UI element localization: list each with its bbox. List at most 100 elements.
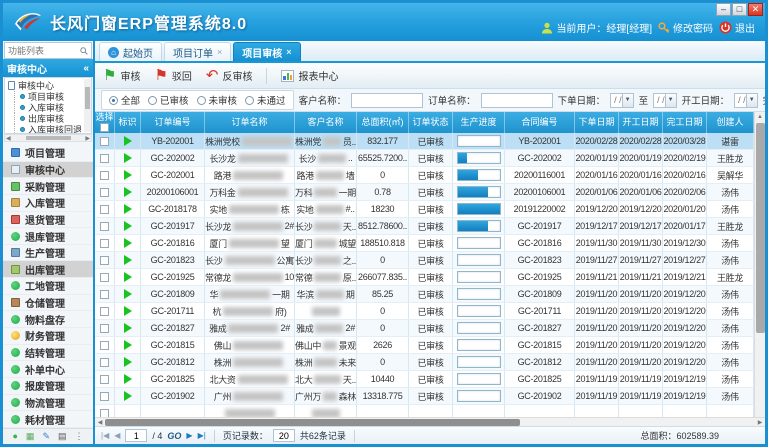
vscroll-thumb[interactable] bbox=[756, 123, 765, 333]
table-row[interactable]: GC-201816厦门望厦门城望188510.818已审核GC-20181620… bbox=[95, 235, 754, 252]
sidebar-item-出库管理[interactable]: 出库管理 bbox=[3, 261, 93, 278]
column-header-0[interactable]: 选择 bbox=[95, 112, 115, 133]
column-header-11[interactable]: 完工日期 bbox=[663, 112, 707, 133]
row-checkbox[interactable] bbox=[100, 256, 109, 265]
row-checkbox[interactable] bbox=[100, 341, 109, 350]
book-icon[interactable]: ▤ bbox=[58, 432, 67, 441]
table-row[interactable]: GC-202001路港路港墙0已审核202001160012020/01/162… bbox=[95, 167, 754, 184]
dropdown-icon[interactable]: ▼ bbox=[665, 94, 676, 107]
tab-project-review[interactable]: 项目审核 × bbox=[233, 42, 300, 61]
hscroll-thumb[interactable] bbox=[105, 419, 520, 426]
table-row[interactable]: GC-201812株洲株洲未来0已审核GC-2018122019/11/2020… bbox=[95, 354, 754, 371]
scroll-up-icon[interactable]: ▲ bbox=[757, 112, 763, 122]
collapse-icon[interactable]: « bbox=[83, 63, 89, 74]
status-radio-已审核[interactable]: 已审核 bbox=[148, 93, 189, 107]
row-checkbox[interactable] bbox=[100, 358, 109, 367]
table-row[interactable]: GC-201902广州广州万森林13318.775已审核GC-201902201… bbox=[95, 388, 754, 405]
sidebar-item-报废管理[interactable]: 报废管理 bbox=[3, 378, 93, 395]
go-button[interactable]: GO bbox=[167, 431, 181, 441]
sidebar-item-物料盘存[interactable]: 物料盘存 bbox=[3, 311, 93, 328]
tree-hscrollbar[interactable]: ◀ ▶ bbox=[4, 134, 92, 142]
审核-button[interactable]: ⚑审核 bbox=[103, 68, 140, 83]
close-button[interactable]: ✕ bbox=[748, 3, 763, 16]
order-date-from-input[interactable]: / /▼ bbox=[610, 93, 634, 108]
order-name-input[interactable] bbox=[481, 93, 553, 108]
row-checkbox[interactable] bbox=[100, 375, 109, 384]
table-row[interactable]: GC-201711杭府)0已审核GC-2017112019/11/202019/… bbox=[95, 303, 754, 320]
tree-node[interactable]: 入库审核回退 bbox=[8, 124, 91, 134]
table-row[interactable]: 20200106001万科金万科一期0.78已审核202001060012020… bbox=[95, 184, 754, 201]
row-checkbox[interactable] bbox=[100, 137, 109, 146]
table-row[interactable]: GC-201823长沙公寓长沙之..0已审核GC-2018232019/11/2… bbox=[95, 252, 754, 269]
反审核-button[interactable]: ↶反审核 bbox=[206, 68, 253, 83]
column-header-5[interactable]: 总面积(㎡) bbox=[357, 112, 409, 133]
sidebar-item-审核中心[interactable]: 审核中心 bbox=[3, 162, 93, 179]
row-checkbox[interactable] bbox=[100, 324, 109, 333]
sidebar-item-退货管理[interactable]: 退货管理 bbox=[3, 212, 93, 229]
column-header-9[interactable]: 下单日期 bbox=[575, 112, 619, 133]
sidebar-item-退库管理[interactable]: 退库管理 bbox=[3, 228, 93, 245]
page-number-input[interactable] bbox=[125, 429, 147, 442]
column-header-7[interactable]: 生产进度 bbox=[453, 112, 505, 133]
close-tab-icon[interactable]: × bbox=[217, 47, 222, 57]
sidebar-item-项目管理[interactable]: 项目管理 bbox=[3, 145, 93, 162]
驳回-button[interactable]: ⚑驳回 bbox=[154, 68, 191, 83]
row-checkbox[interactable] bbox=[100, 222, 109, 231]
table-row[interactable]: GC-201809华一期华滨期85.25已审核GC-2018092019/11/… bbox=[95, 286, 754, 303]
scroll-left-icon[interactable]: ◀ bbox=[6, 135, 11, 142]
scroll-right-icon[interactable]: ▶ bbox=[85, 135, 90, 142]
table-row[interactable]: GC-201917长沙龙2#长沙天..8512.78600..已审核GC-201… bbox=[95, 218, 754, 235]
报表中心-button[interactable]: 报表中心 bbox=[281, 68, 338, 83]
function-search-input[interactable] bbox=[8, 46, 68, 56]
row-checkbox[interactable] bbox=[100, 154, 109, 163]
tab-project-orders[interactable]: 项目订单 × bbox=[164, 42, 231, 61]
next-page-button[interactable]: ▶ bbox=[186, 431, 192, 440]
table-row[interactable]: GC-202002长沙龙长沙..65525.7200..已审核GC-202002… bbox=[95, 150, 754, 167]
first-page-button[interactable]: |◀ bbox=[101, 431, 109, 440]
prev-page-button[interactable]: ◀ bbox=[114, 431, 120, 440]
dropdown-icon[interactable]: ▼ bbox=[622, 94, 633, 107]
sidebar-item-入库管理[interactable]: 入库管理 bbox=[3, 195, 93, 212]
maximize-button[interactable]: □ bbox=[732, 3, 747, 16]
table-row[interactable]: GC-201827雅成2#雅成2#0已审核GC-2018272019/11/20… bbox=[95, 320, 754, 337]
status-dot-icon[interactable]: ● bbox=[12, 432, 17, 441]
table-row[interactable]: GC-2018178实地栋实地#..18230已审核20191220002201… bbox=[95, 201, 754, 218]
column-header-1[interactable]: 标识 bbox=[115, 112, 141, 133]
scroll-right-icon[interactable]: ▶ bbox=[755, 419, 765, 426]
column-header-12[interactable]: 创建人 bbox=[707, 112, 754, 133]
logout-button[interactable]: 退出 bbox=[719, 20, 755, 35]
table-row[interactable]: GC-201925常德龙10常德原..266077.835..已审核GC-201… bbox=[95, 269, 754, 286]
start-date-input[interactable]: / /▼ bbox=[734, 93, 758, 108]
change-password-button[interactable]: 修改密码 bbox=[658, 20, 713, 35]
row-checkbox[interactable] bbox=[100, 239, 109, 248]
table-row[interactable]: YB-202001株洲党校株洲党员..832.177已审核YB-20200120… bbox=[95, 133, 754, 150]
select-all-checkbox[interactable] bbox=[100, 123, 109, 132]
order-date-to-input[interactable]: / /▼ bbox=[653, 93, 677, 108]
sidebar-item-工地管理[interactable]: 工地管理 bbox=[3, 278, 93, 295]
row-checkbox[interactable] bbox=[100, 205, 109, 214]
last-page-button[interactable]: ▶| bbox=[198, 431, 206, 440]
status-radio-未通过[interactable]: 未通过 bbox=[245, 93, 286, 107]
sidebar-item-财务管理[interactable]: 财务管理 bbox=[3, 328, 93, 345]
edit-icon[interactable]: ✎ bbox=[42, 432, 50, 441]
dropdown-icon[interactable]: ▼ bbox=[746, 94, 757, 107]
tab-home[interactable]: ⌂ 起始页 bbox=[99, 42, 162, 61]
tree-scrollbar[interactable] bbox=[84, 79, 91, 132]
row-checkbox[interactable] bbox=[100, 290, 109, 299]
row-checkbox[interactable] bbox=[100, 307, 109, 316]
more-icon[interactable]: ⋮ bbox=[75, 432, 84, 441]
status-radio-全部[interactable]: 全部 bbox=[109, 93, 140, 107]
row-checkbox[interactable] bbox=[100, 273, 109, 282]
column-header-3[interactable]: 订单名称 bbox=[205, 112, 295, 133]
column-header-4[interactable]: 客户名称 bbox=[295, 112, 357, 133]
row-checkbox[interactable] bbox=[100, 392, 109, 401]
table-row[interactable]: GC-201825北大资北大天..10440已审核GC-2018252019/1… bbox=[95, 371, 754, 388]
table-row[interactable]: GC-201815佛山佛山中景观2626已审核GC-2018152019/11/… bbox=[95, 337, 754, 354]
column-header-8[interactable]: 合同编号 bbox=[505, 112, 575, 133]
customer-name-input[interactable] bbox=[351, 93, 423, 108]
cart-icon[interactable]: ▦ bbox=[26, 432, 35, 441]
row-checkbox[interactable] bbox=[100, 409, 109, 418]
sidebar-item-补单中心[interactable]: 补单中心 bbox=[3, 361, 93, 378]
sidebar-item-生产管理[interactable]: 生产管理 bbox=[3, 245, 93, 262]
table-row[interactable] bbox=[95, 405, 754, 417]
